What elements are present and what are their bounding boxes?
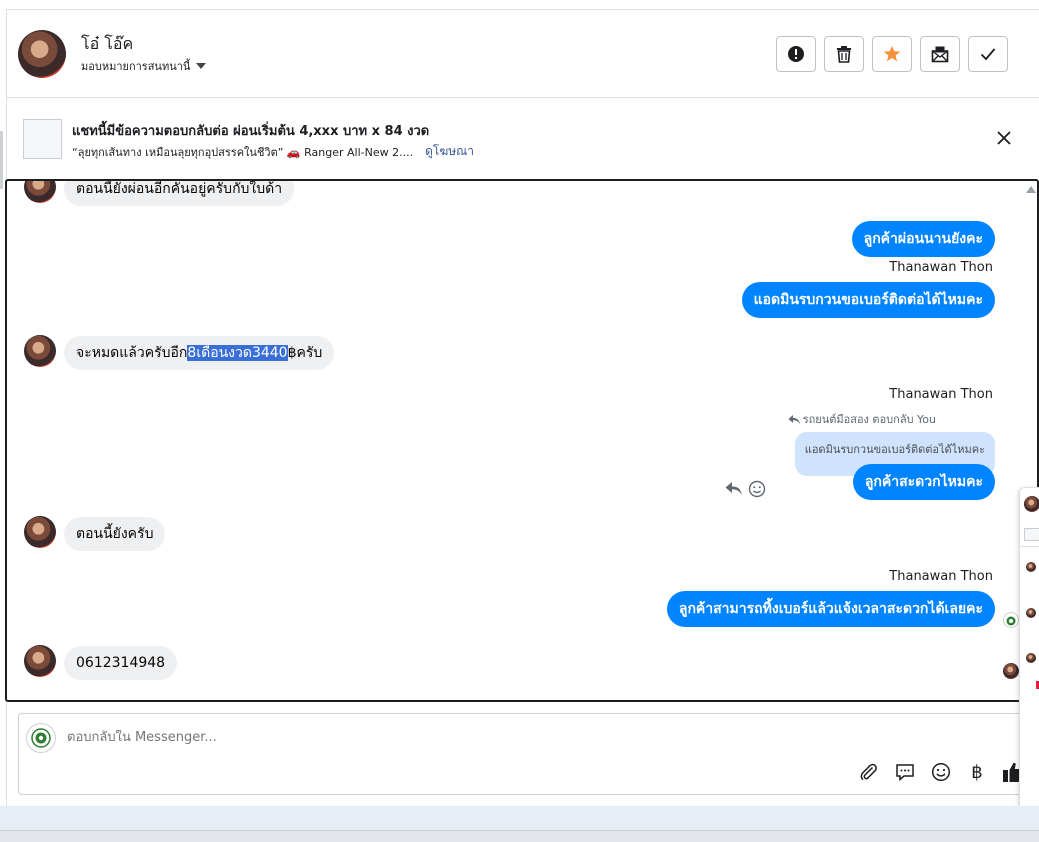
selected-text: 8เดือนงวด3440 — [187, 345, 288, 361]
emoji-button[interactable] — [930, 761, 952, 783]
contact-message-avatar — [24, 181, 56, 203]
baht-icon: ฿ — [971, 761, 983, 783]
message-text: ฿ครับ — [287, 345, 323, 361]
left-scroll-marker[interactable] — [0, 131, 3, 189]
bottom-strip — [0, 806, 1039, 830]
star-button[interactable] — [872, 36, 912, 72]
sender-name: Thanawan Thon — [889, 387, 993, 402]
mark-done-button[interactable] — [968, 36, 1008, 72]
caret-down-icon — [196, 63, 207, 69]
ad-context-bar: แชทนี้มีข้อความตอบกลับต่อ ผ่อนเริ่มต้น 4… — [7, 99, 1039, 179]
ad-title: แชทนี้มีข้อความตอบกลับต่อ ผ่อนเริ่มต้น 4… — [72, 124, 430, 139]
side-avatar — [1024, 496, 1039, 512]
reply-note-text: รถยนต์มือสอง ตอบกลับ You — [802, 413, 936, 426]
side-panel[interactable] — [1019, 487, 1039, 819]
conversation-header: โอ๋ โอ๊ค มอบหมายการสนทนานี้ — [7, 10, 1039, 98]
page-seen-avatar — [1003, 612, 1019, 628]
message-text: จะหมดแล้วครับอีก — [76, 345, 188, 361]
paperclip-icon — [860, 763, 877, 781]
ad-subtitle: “ลุยทุกเส้นทาง เหมือนลุยทุกอุปสรรคในชีวิ… — [72, 145, 414, 159]
reply-icon[interactable] — [725, 480, 743, 496]
side-avatar — [1026, 653, 1036, 663]
alert-icon — [788, 46, 804, 62]
ad-subtitle-row: “ลุยทุกเส้นทาง เหมือนลุยทุกอุปสรรคในชีวิ… — [72, 142, 474, 161]
reply-arrow-icon — [788, 414, 800, 424]
assign-conversation-dropdown[interactable]: มอบหมายการสนทนานี้ — [81, 57, 207, 75]
incoming-message[interactable]: 0612314948 — [64, 646, 178, 680]
message-thread[interactable]: ตอนนี้ยังผ่อนอีกคันอยู่ครับกับใบด้า ลูกค… — [5, 179, 1039, 702]
delete-button[interactable] — [824, 36, 864, 72]
star-icon — [883, 45, 901, 62]
side-thumbnail — [1024, 528, 1039, 541]
quick-reply-icon — [896, 764, 914, 782]
incoming-message[interactable]: จะหมดแล้วครับอีก8เดือนงวด3440฿ครับ — [64, 336, 335, 370]
contact-avatar[interactable] — [18, 30, 66, 78]
mark-spam-button[interactable] — [776, 36, 816, 72]
contact-message-avatar — [24, 645, 56, 677]
ad-thumbnail[interactable] — [23, 119, 62, 159]
assign-label: มอบหมายการสนทนานี้ — [81, 60, 191, 73]
page-logo-icon — [1006, 616, 1016, 626]
bottom-bar — [0, 830, 1039, 842]
side-divider — [1020, 546, 1039, 547]
mail-unread-icon — [931, 46, 949, 63]
quick-reply-button[interactable] — [894, 761, 916, 783]
header-actions — [776, 36, 1008, 72]
composer-tools: ฿ — [858, 761, 1024, 783]
mark-unread-button[interactable] — [920, 36, 960, 72]
view-ad-link[interactable]: ดูโฆษณา — [425, 142, 474, 161]
page-avatar — [26, 723, 56, 753]
outgoing-message[interactable]: ลูกค้าสะดวกไหมคะ — [852, 464, 995, 500]
page-logo-icon — [31, 728, 51, 748]
emoji-icon — [931, 762, 951, 782]
payment-button[interactable]: ฿ — [966, 761, 988, 783]
side-avatar — [1026, 562, 1036, 572]
sender-name: Thanawan Thon — [889, 569, 993, 584]
check-icon — [980, 48, 996, 61]
reply-composer: ฿ — [18, 713, 1039, 795]
incoming-message[interactable]: ตอนนี้ยังผ่อนอีกคันอยู่ครับกับใบด้า — [64, 181, 295, 206]
outgoing-message[interactable]: ลูกค้าผ่อนนานยังคะ — [851, 221, 995, 257]
sender-name: Thanawan Thon — [889, 260, 993, 275]
side-avatar — [1026, 608, 1036, 618]
close-icon[interactable] — [995, 129, 1013, 147]
attach-button[interactable] — [858, 761, 880, 783]
scroll-up-arrow-icon[interactable] — [1026, 186, 1036, 193]
contact-message-avatar — [24, 335, 56, 367]
contact-name[interactable]: โอ๋ โอ๊ค — [81, 32, 133, 57]
outgoing-message[interactable]: ลูกค้าสามารถทิ้งเบอร์แล้วแจ้งเวลาสะดวกได… — [666, 591, 995, 627]
trash-icon — [837, 46, 851, 63]
reply-input[interactable] — [67, 730, 867, 745]
outgoing-message[interactable]: แอดมินรบกวนขอเบอร์ติดต่อได้ไหมคะ — [741, 282, 995, 318]
page: โอ๋ โอ๊ค มอบหมายการสนทนานี้ แชทนี้มีข้อค… — [0, 0, 1039, 842]
reply-note: รถยนต์มือสอง ตอบกลับ You — [788, 410, 936, 428]
react-emoji-icon[interactable] — [748, 480, 766, 498]
contact-seen-avatar — [1003, 663, 1019, 679]
incoming-message[interactable]: ตอนนี้ยังครับ — [64, 517, 166, 551]
contact-message-avatar — [24, 516, 56, 548]
